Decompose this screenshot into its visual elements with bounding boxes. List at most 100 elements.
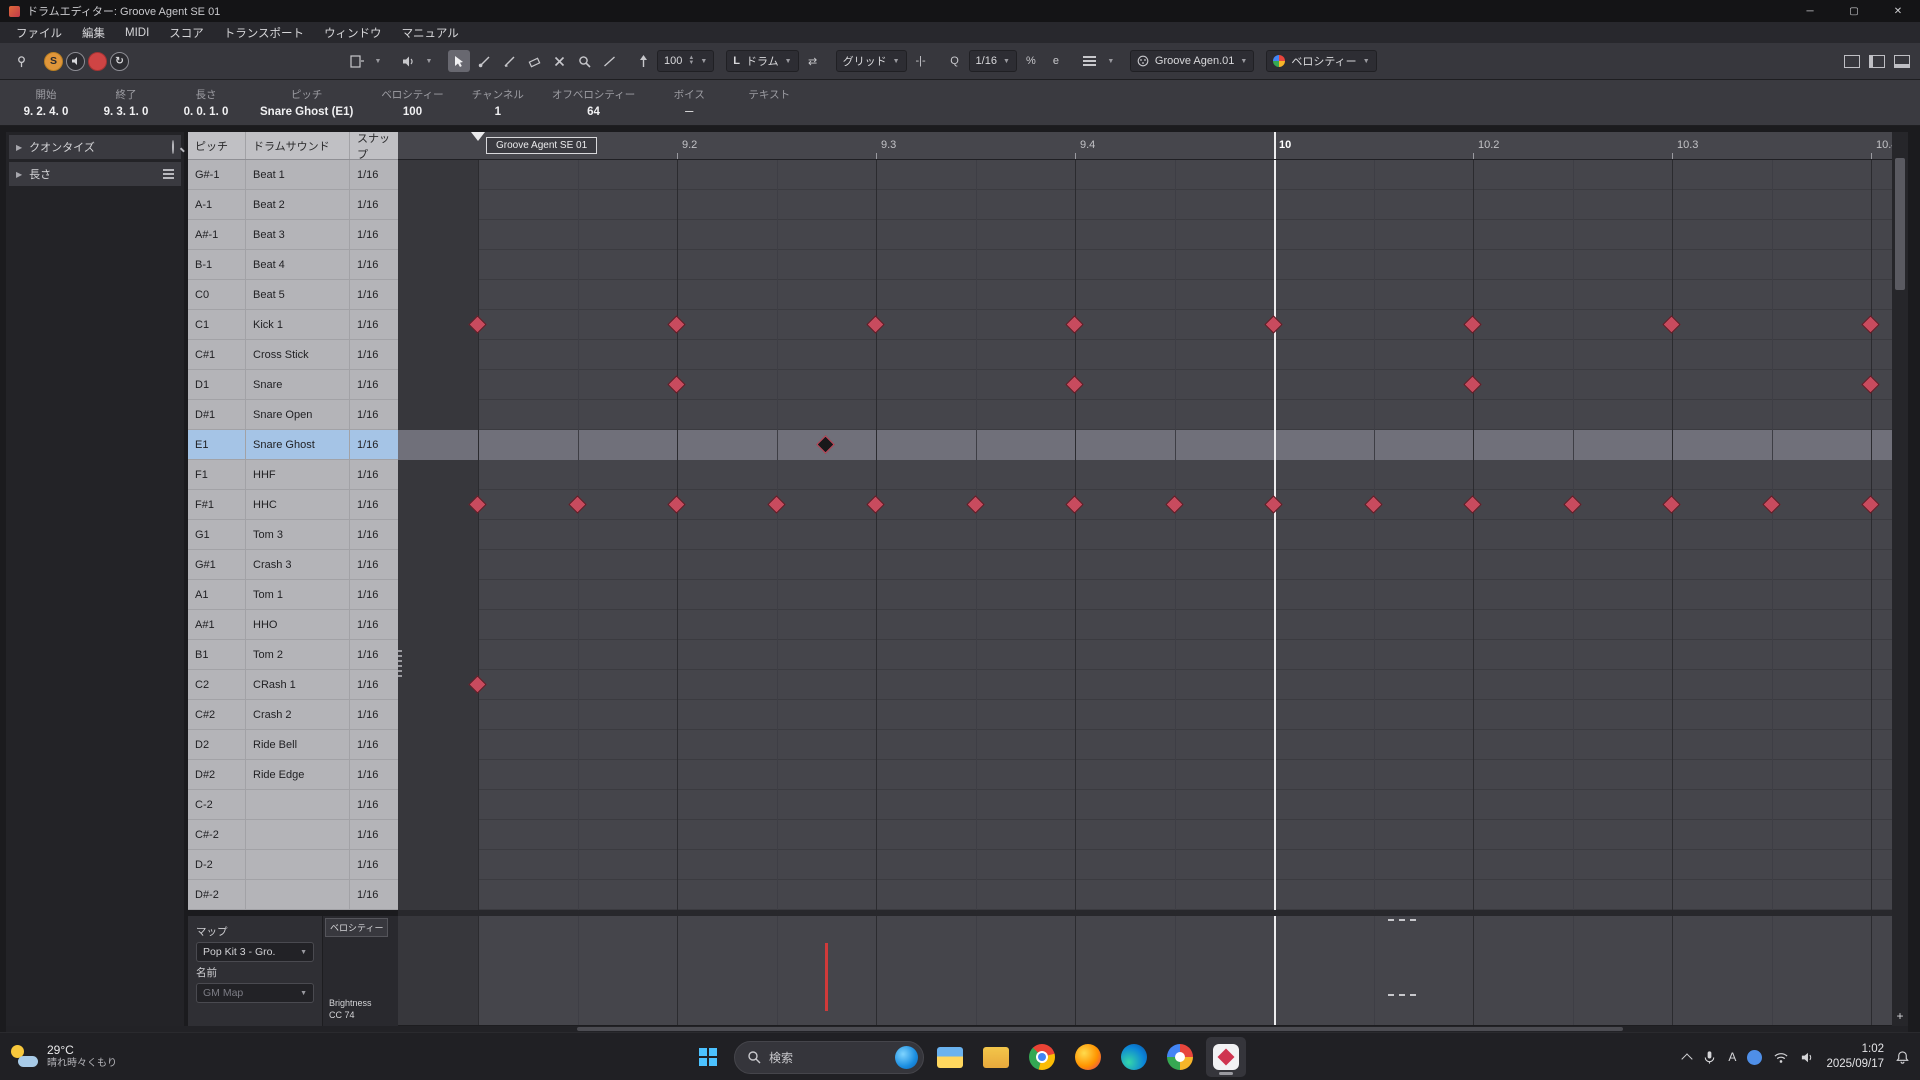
chrome-taskbar-button[interactable] bbox=[1022, 1037, 1062, 1077]
drum-list-row-A#1[interactable]: A#1HHO1/16 bbox=[188, 610, 398, 640]
velocity-lane[interactable] bbox=[398, 916, 1892, 1026]
cubase-taskbar-button[interactable] bbox=[1206, 1037, 1246, 1077]
line-tool[interactable] bbox=[598, 50, 620, 72]
drum-list-row-C2[interactable]: C2CRash 11/16 bbox=[188, 670, 398, 700]
open-in-window-icon[interactable] bbox=[1844, 55, 1860, 68]
horizontal-scrollbar-thumb[interactable] bbox=[577, 1027, 1623, 1031]
drum-list-row-D1[interactable]: D1Snare1/16 bbox=[188, 370, 398, 400]
drum-list-row-B1[interactable]: B1Tom 21/16 bbox=[188, 640, 398, 670]
notification-bell-icon[interactable] bbox=[1895, 1050, 1910, 1065]
midi-input-icon[interactable]: ⇄ bbox=[802, 50, 824, 72]
drumstick-tool[interactable] bbox=[473, 50, 495, 72]
playhead-cursor[interactable] bbox=[1274, 132, 1276, 159]
midi-note-D1[interactable] bbox=[1065, 375, 1083, 393]
drum-list-row-C-2[interactable]: C-21/16 bbox=[188, 790, 398, 820]
volume-icon[interactable] bbox=[1800, 1050, 1815, 1065]
info-field-value[interactable]: 64 bbox=[587, 106, 600, 118]
vertical-scrollbar[interactable]: + bbox=[1892, 132, 1908, 1026]
map-name-dropdown[interactable]: GM Map ▼ bbox=[196, 983, 314, 1003]
menu-item-スコア[interactable]: スコア bbox=[159, 23, 214, 43]
info-field-value[interactable] bbox=[768, 106, 771, 118]
midi-note-F#1[interactable] bbox=[1762, 495, 1780, 513]
loop-button[interactable]: ↻ bbox=[110, 52, 129, 71]
info-field-value[interactable]: 9. 3. 1. 0 bbox=[104, 106, 149, 118]
menu-item-ウィンドウ[interactable]: ウィンドウ bbox=[314, 23, 392, 43]
midi-note-F#1[interactable] bbox=[1662, 495, 1680, 513]
color-scheme-dropdown[interactable]: ベロシティー ▼ bbox=[1266, 50, 1376, 72]
midi-note-F#1[interactable] bbox=[1463, 495, 1481, 513]
midi-note-C1[interactable] bbox=[1463, 315, 1481, 333]
midi-note-C1[interactable] bbox=[667, 315, 685, 333]
timeline-ruler[interactable]: Groove Agent SE 01 9.29.39.41010.210.310… bbox=[398, 132, 1892, 160]
drum-list-row-C#2[interactable]: C#2Crash 21/16 bbox=[188, 700, 398, 730]
info-field-ベロシティー[interactable]: ベロシティー100 bbox=[367, 80, 457, 125]
drum-list-row-C0[interactable]: C0Beat 51/16 bbox=[188, 280, 398, 310]
midi-note-F#1[interactable] bbox=[1165, 495, 1183, 513]
drum-list-row-A-1[interactable]: A-1Beat 21/16 bbox=[188, 190, 398, 220]
window-layout-icon[interactable] bbox=[1894, 55, 1910, 68]
drum-list-row-C1[interactable]: C1Kick 11/16 bbox=[188, 310, 398, 340]
record-button[interactable] bbox=[88, 52, 107, 71]
quantize-strength-button[interactable]: % bbox=[1020, 50, 1042, 72]
drum-list-row-D#1[interactable]: D#1Snare Open1/16 bbox=[188, 400, 398, 430]
midi-note-F#1[interactable] bbox=[1861, 495, 1879, 513]
inspector-section-クオンタイズ[interactable]: ▶クオンタイズ bbox=[9, 135, 181, 159]
part-start-marker[interactable] bbox=[471, 132, 485, 141]
midi-note-F#1[interactable] bbox=[767, 495, 785, 513]
midi-note-F#1[interactable] bbox=[1563, 495, 1581, 513]
drum-list-row-F#1[interactable]: F#1HHC1/16 bbox=[188, 490, 398, 520]
drum-list-row-D#2[interactable]: D#2Ride Edge1/16 bbox=[188, 760, 398, 790]
info-field-テキスト[interactable]: テキスト bbox=[729, 80, 809, 125]
speaker-icon[interactable] bbox=[397, 50, 419, 72]
weather-widget[interactable]: 29°C 晴れ時々くもり bbox=[10, 1033, 117, 1080]
info-field-開始[interactable]: 開始9. 2. 4. 0 bbox=[6, 80, 86, 125]
firefox-taskbar-button[interactable] bbox=[1068, 1037, 1108, 1077]
midi-note-C1[interactable] bbox=[866, 315, 884, 333]
midi-note-F#1[interactable] bbox=[568, 495, 586, 513]
solo-button[interactable]: S bbox=[44, 52, 63, 71]
menu-item-MIDI[interactable]: MIDI bbox=[115, 25, 159, 41]
menu-item-編集[interactable]: 編集 bbox=[72, 23, 115, 43]
file-explorer-taskbar-button[interactable] bbox=[930, 1037, 970, 1077]
drum-list-row-E1[interactable]: E1Snare Ghost1/16 bbox=[188, 430, 398, 460]
left-zone-toggle-icon[interactable] bbox=[1869, 55, 1885, 68]
info-field-value[interactable]: 1 bbox=[495, 106, 501, 118]
erase-tool[interactable] bbox=[523, 50, 545, 72]
autoscroll-icon[interactable] bbox=[346, 50, 368, 72]
teams-icon[interactable] bbox=[1747, 1050, 1762, 1065]
browser-taskbar-button[interactable] bbox=[1160, 1037, 1200, 1077]
taskbar-search[interactable]: 検索 bbox=[734, 1041, 924, 1074]
drum-list-row-G#1[interactable]: G#1Crash 31/16 bbox=[188, 550, 398, 580]
info-field-value[interactable]: Snare Ghost (E1) bbox=[260, 106, 353, 118]
grid-type-dropdown[interactable]: グリッド ▼ bbox=[836, 50, 907, 72]
drum-list-row-G1[interactable]: G1Tom 31/16 bbox=[188, 520, 398, 550]
playhead-cursor[interactable] bbox=[1274, 160, 1276, 910]
info-field-チャンネル[interactable]: チャンネル1 bbox=[458, 80, 538, 125]
part-list-dropdown[interactable]: ▼ bbox=[1104, 50, 1118, 72]
divider-grip[interactable] bbox=[398, 650, 402, 678]
drum-list-row-C#-2[interactable]: C#-21/16 bbox=[188, 820, 398, 850]
vertical-scrollbar-thumb[interactable] bbox=[1895, 158, 1905, 290]
part-list-icon[interactable] bbox=[1079, 50, 1101, 72]
feedback-dropdown[interactable]: ▼ bbox=[422, 50, 436, 72]
info-field-終了[interactable]: 終了9. 3. 1. 0 bbox=[86, 80, 166, 125]
minimize-button[interactable]: ─ bbox=[1788, 0, 1832, 22]
mute-tool[interactable] bbox=[548, 50, 570, 72]
info-field-value[interactable]: 0. 0. 1. 0 bbox=[184, 106, 229, 118]
mic-icon[interactable] bbox=[1702, 1050, 1717, 1065]
info-field-value[interactable]: 9. 2. 4. 0 bbox=[24, 106, 69, 118]
drum-list-row-D-2[interactable]: D-21/16 bbox=[188, 850, 398, 880]
pin-icon[interactable] bbox=[10, 50, 32, 72]
drum-list-row-G#-1[interactable]: G#-1Beat 11/16 bbox=[188, 160, 398, 190]
output-dropdown[interactable]: Groove Agen.01 ▼ bbox=[1130, 50, 1254, 72]
velocity-spinner[interactable]: ▲▼ bbox=[688, 56, 694, 66]
drum-list-row-D#-2[interactable]: D#-21/16 bbox=[188, 880, 398, 910]
drum-list-row-A1[interactable]: A1Tom 11/16 bbox=[188, 580, 398, 610]
playhead-cursor[interactable] bbox=[1274, 916, 1276, 1025]
quantize-panel-button[interactable]: e bbox=[1045, 50, 1067, 72]
info-field-ボイス[interactable]: ボイス─ bbox=[649, 80, 729, 125]
midi-note-D1[interactable] bbox=[1463, 375, 1481, 393]
info-field-value[interactable]: 100 bbox=[403, 106, 422, 118]
drum-list-row-F1[interactable]: F1HHF1/16 bbox=[188, 460, 398, 490]
drum-list-row-A#-1[interactable]: A#-1Beat 31/16 bbox=[188, 220, 398, 250]
